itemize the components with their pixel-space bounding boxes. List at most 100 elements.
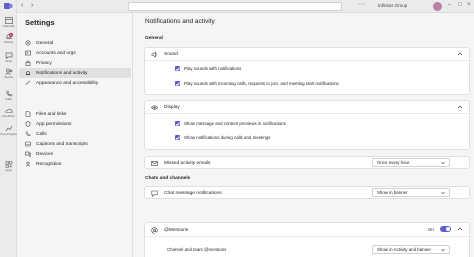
checkbox[interactable] [175, 121, 180, 126]
rail-item-viva-insights[interactable]: Viva Insights [0, 124, 17, 139]
mentions-toggle[interactable] [440, 226, 451, 232]
file-icon [25, 111, 31, 117]
avatar[interactable] [433, 2, 442, 11]
channel-mentions-dropdown[interactable]: Show in Activity and banner [372, 245, 450, 254]
bell-icon [25, 71, 31, 75]
rail-item-label: Viva Insights [0, 132, 17, 136]
section-chats-heading: Chats and channels [145, 176, 191, 181]
chat-notifications-row: Chat message notifications [151, 187, 222, 199]
chevron-down-icon [441, 191, 445, 195]
sidebar-item-label: General [36, 40, 54, 46]
sidebar-item-recognition[interactable]: Recognition [19, 159, 131, 169]
sidebar-item-label: Notifications and activity [36, 70, 88, 76]
org-name[interactable]: Infinitus Group [378, 3, 407, 8]
sidebar-item-accounts[interactable]: Accounts and orgs [19, 48, 131, 58]
sidebar-item-general[interactable]: General [19, 38, 131, 48]
checkbox[interactable] [175, 81, 180, 86]
maximize-icon[interactable]: □ [458, 2, 462, 8]
rail-item-onedrive[interactable]: OneDrive [0, 106, 17, 121]
checkbox[interactable] [175, 66, 180, 71]
rail-item-label: Activity [3, 40, 14, 44]
sidebar-item-label: Privacy [36, 60, 52, 66]
checkbox[interactable] [175, 135, 180, 140]
sidebar-item-app-permissions[interactable]: App permissions [19, 119, 131, 129]
chat-notifications-dropdown[interactable]: Show in banner [372, 188, 450, 197]
sound-label: Sound [164, 51, 178, 57]
close-icon[interactable]: × [467, 2, 471, 8]
forward-arrow-icon[interactable]: › [31, 2, 33, 9]
missed-activity-label: Missed activity emails [164, 160, 211, 166]
sound-option-notifications[interactable]: Play sounds with notifications [175, 66, 241, 71]
title-bar: ‹ › ··· Infinitus Group – □ × [0, 0, 474, 13]
toggle-knob [446, 227, 450, 231]
minimize-icon[interactable]: – [448, 2, 451, 8]
rail-item-apps[interactable]: Apps [0, 160, 17, 175]
rail-item-calls[interactable]: Calls [0, 89, 17, 104]
rail-item-label: OneDrive [2, 114, 15, 118]
sidebar-item-label: Recognition [36, 161, 62, 167]
rail-item-teams[interactable]: Teams [0, 67, 17, 82]
sound-header[interactable]: Sound [151, 48, 178, 60]
channel-mentions-label: Channel and team @mentions [167, 247, 227, 252]
lock-icon [25, 60, 31, 66]
search-input[interactable] [128, 2, 342, 11]
sidebar-item-appearance[interactable]: Appearance and accessibility [19, 78, 131, 88]
chevron-up-icon[interactable] [457, 104, 463, 110]
chat-notifications-card: Chat message notifications Show in banne… [144, 186, 470, 199]
sidebar-item-label: Accounts and orgs [36, 50, 76, 56]
toggle-state-label: On [428, 227, 434, 232]
section-general-heading: General [145, 36, 163, 41]
chat-icon [151, 190, 158, 197]
chevron-up-icon[interactable] [457, 51, 463, 57]
missed-activity-dropdown[interactable]: Once every hour [372, 158, 450, 167]
dropdown-value: Once every hour [377, 160, 410, 165]
onedrive-icon [4, 108, 13, 113]
rail-item-activity[interactable]: 1 Activity [0, 32, 17, 47]
sidebar-item-label: Captions and transcripts [36, 141, 88, 147]
checkbox-label: Show notifications during calls and meet… [184, 135, 271, 140]
sidebar-item-calls[interactable]: Calls [19, 129, 131, 139]
sidebar-item-files[interactable]: Files and links [19, 109, 131, 119]
sidebar-item-label: Appearance and accessibility [36, 80, 99, 86]
sound-option-calls[interactable]: Play sounds with incoming calls, request… [175, 81, 339, 86]
teams-logo-icon [4, 3, 13, 9]
devices-icon [25, 151, 31, 157]
mentions-header: @Mentions [151, 224, 188, 236]
captions-icon [25, 141, 31, 147]
display-option-calls-meetings[interactable]: Show notifications during calls and meet… [175, 135, 270, 140]
sidebar-item-devices[interactable]: Devices [19, 149, 131, 159]
divider [145, 236, 469, 237]
phone-icon [25, 131, 31, 137]
display-option-previews[interactable]: Show message and content previews in not… [175, 121, 286, 126]
display-header[interactable]: Display [151, 101, 180, 113]
sidebar-item-label: Calls [36, 131, 47, 137]
rail-item-label: Calls [5, 97, 12, 101]
display-label: Display [164, 104, 180, 110]
more-options-icon[interactable]: ··· [358, 1, 365, 8]
chat-icon [5, 52, 12, 59]
sound-card: Sound Play sounds with notifications Pla… [144, 47, 470, 95]
brush-icon [25, 80, 31, 86]
at-sign-icon [151, 226, 158, 234]
divider [145, 113, 469, 114]
checkbox-label: Play sounds with notifications [184, 66, 242, 71]
sidebar-item-privacy[interactable]: Privacy [19, 58, 131, 68]
settings-title: Settings [25, 18, 55, 27]
rail-item-calendar[interactable]: Calendar [0, 16, 17, 31]
mail-icon [151, 160, 158, 166]
chat-notifications-label: Chat message notifications [164, 190, 222, 196]
notification-badge: 1 [9, 33, 13, 37]
shield-icon [25, 121, 31, 127]
mentions-card: @Mentions On Channel and team @mentions … [144, 222, 470, 257]
back-arrow-icon[interactable]: ‹ [21, 2, 23, 9]
apps-icon [5, 161, 12, 168]
sidebar-item-notifications[interactable]: Notifications and activity [19, 68, 131, 78]
checkbox-label: Show message and content previews in not… [184, 121, 286, 126]
dropdown-value: Show in Activity and banner [377, 247, 431, 252]
rail-item-chat[interactable]: Chat [0, 51, 17, 66]
sidebar-item-captions[interactable]: Captions and transcripts [19, 139, 131, 149]
dropdown-value: Show in banner [377, 190, 408, 195]
rail-item-label: Apps [5, 168, 12, 172]
chevron-up-icon[interactable] [457, 226, 463, 232]
sidebar-item-label: Files and links [36, 111, 67, 117]
